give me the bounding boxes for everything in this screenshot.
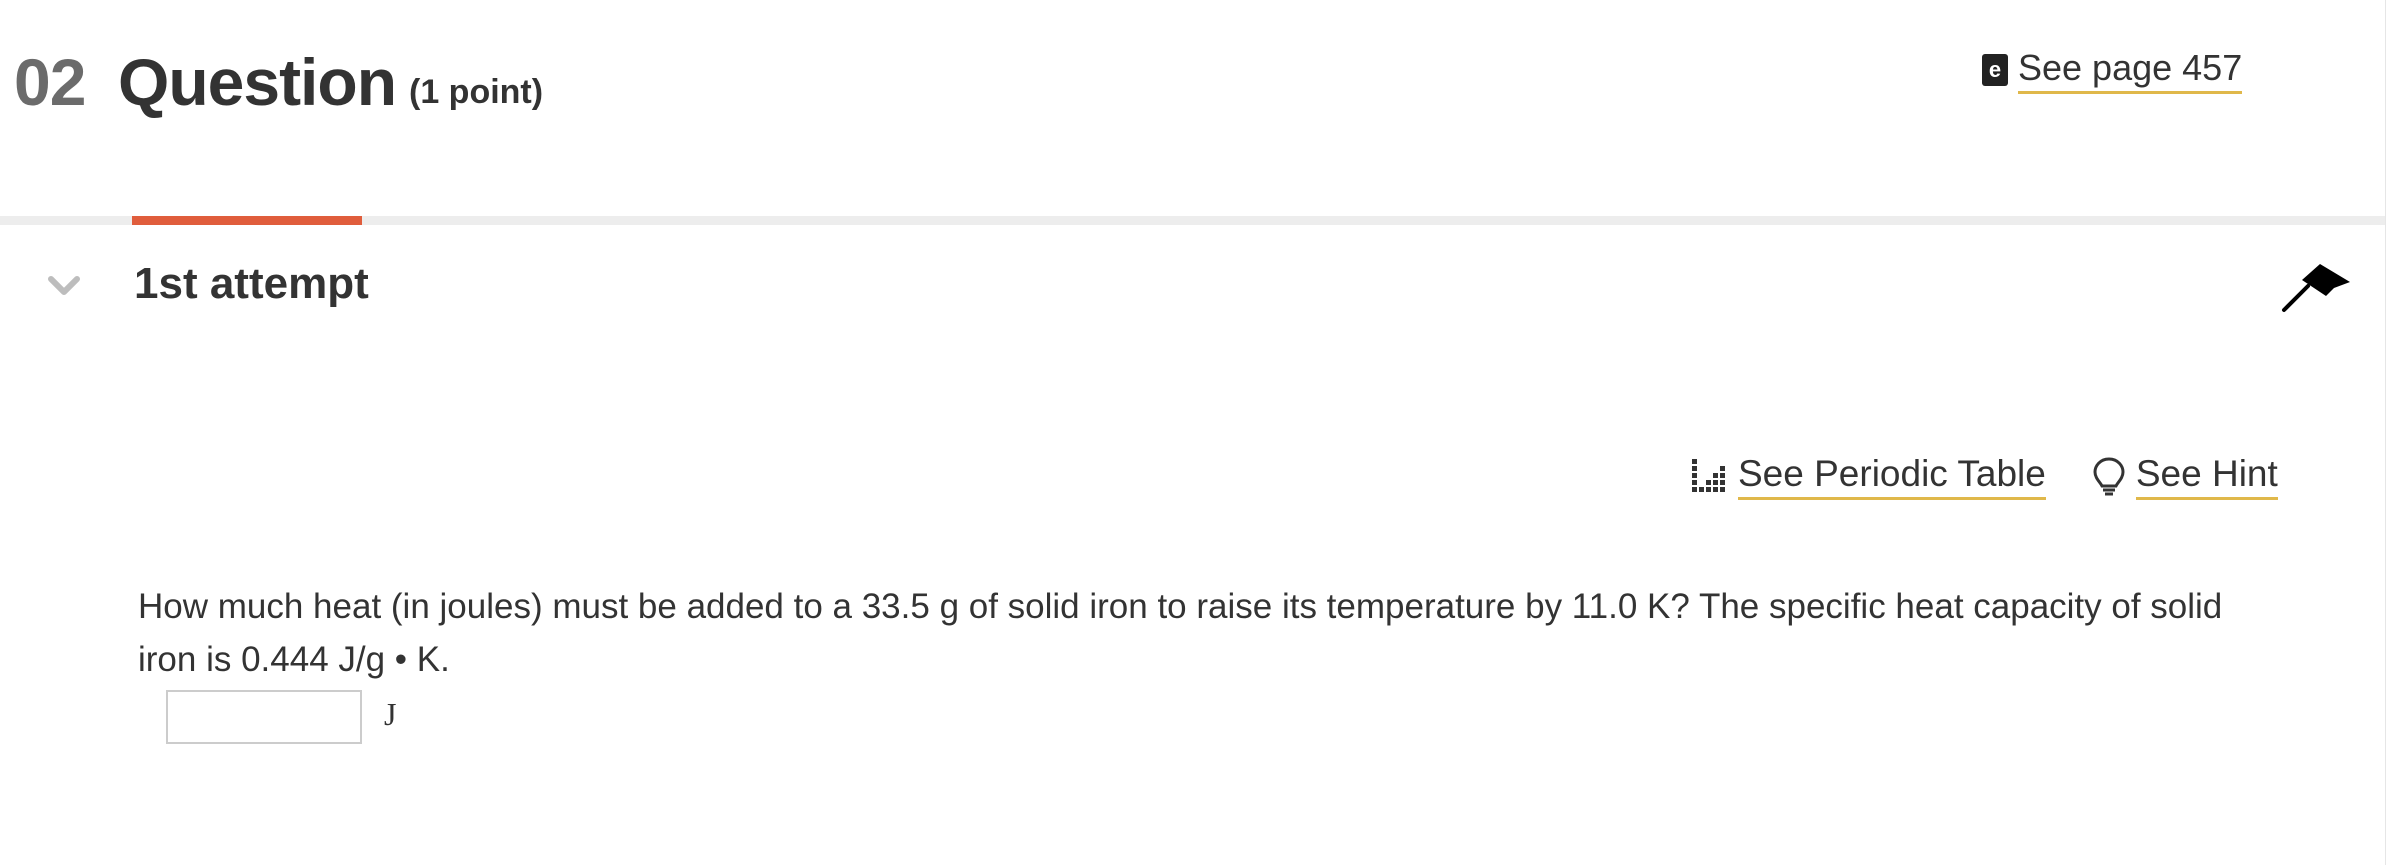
question-number: 02 <box>14 45 86 119</box>
see-periodic-table-button[interactable]: See Periodic Table <box>1690 453 2046 500</box>
lightbulb-icon <box>2093 456 2125 495</box>
question-points: (1 point) <box>409 73 544 111</box>
attempt-label: 1st attempt <box>134 259 369 308</box>
chevron-down-icon[interactable] <box>46 268 82 304</box>
flag-icon[interactable] <box>2280 258 2352 314</box>
answer-unit: J <box>384 696 397 732</box>
ebook-icon: e <box>1982 54 2008 86</box>
question-title: Question <box>118 45 397 119</box>
question-prompt: How much heat (in joules) must be added … <box>138 587 2223 679</box>
scrollbar-track[interactable] <box>2385 0 2398 865</box>
see-page-link[interactable]: e See page 457 <box>1982 46 2243 94</box>
answer-input[interactable] <box>166 690 362 744</box>
periodic-table-icon <box>1692 458 1725 492</box>
see-hint-label[interactable]: See Hint <box>2135 453 2278 500</box>
see-hint-button[interactable]: See Hint <box>2092 453 2278 500</box>
see-periodic-table-label[interactable]: See Periodic Table <box>1738 453 2046 500</box>
question-tools: See Periodic Table See Hint <box>1690 453 2278 500</box>
active-attempt-tab-indicator <box>132 216 362 225</box>
see-page-label[interactable]: See page 457 <box>2018 47 2243 94</box>
